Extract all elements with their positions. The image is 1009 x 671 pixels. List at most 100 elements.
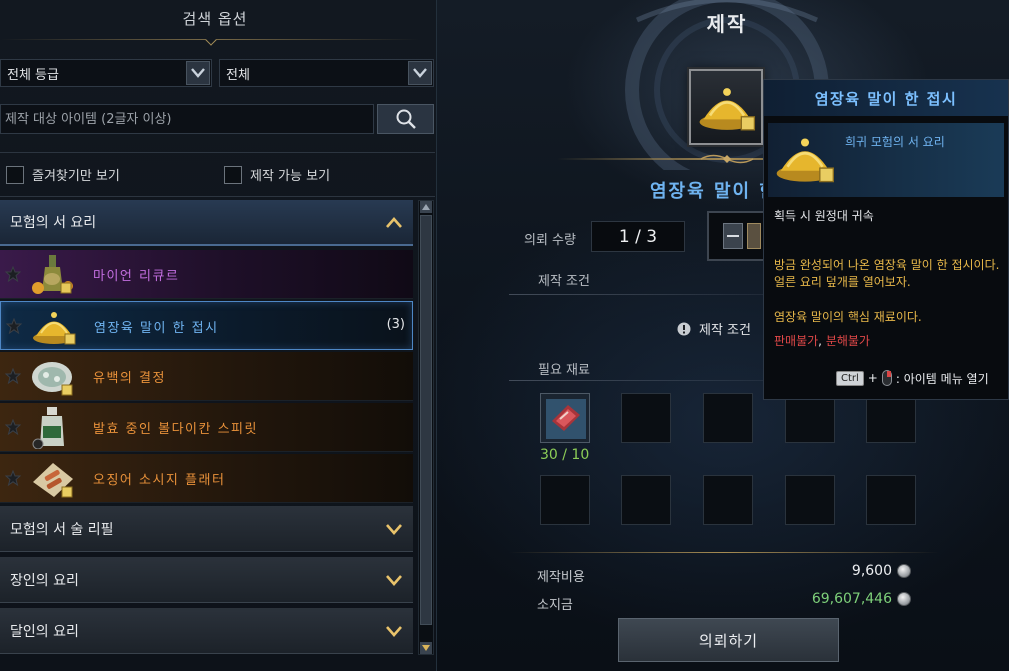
cloche-dish-icon (33, 312, 76, 345)
material-slot[interactable] (540, 393, 590, 443)
recipe-row-squid-sausage-platter[interactable]: 오징어 소시지 플래터 (0, 454, 413, 503)
material-count: 30 / 10 (540, 447, 590, 463)
triangle-up-icon (422, 204, 430, 210)
request-qty-input[interactable]: 1 / 3 (591, 221, 685, 252)
recipe-name: 오징어 소시지 플래터 (93, 473, 226, 488)
scroll-up-button[interactable] (420, 201, 432, 213)
material-slot[interactable] (866, 475, 916, 525)
result-item-slot[interactable] (689, 69, 763, 145)
category-dropdown[interactable]: 전체 (219, 59, 434, 87)
material-slot[interactable] (703, 475, 753, 525)
grade-dropdown[interactable]: 전체 등급 (0, 59, 212, 87)
material-slot[interactable] (621, 475, 671, 525)
chevron-up-icon (386, 217, 402, 228)
recipe-row-salted-meat-roll[interactable]: 염장육 말이 한 접시 (3) (0, 301, 413, 350)
checkbox-box[interactable] (224, 165, 242, 184)
salted-meat-icon (546, 399, 586, 439)
recipe-row-fermenting-spirit[interactable]: 발효 중인 볼다이칸 스피릿 (0, 403, 413, 452)
divider (0, 196, 435, 197)
craft-title: 제작 (706, 12, 748, 36)
favorites-only-checkbox[interactable]: 즐겨찾기만 보기 (6, 165, 120, 184)
recipe-row-milky-crystal[interactable]: 유백의 결정 (0, 352, 413, 401)
divider (509, 380, 769, 381)
item-tooltip: 염장육 말이 한 접시 희귀 모험의 서 요리 획득 시 원정대 귀속 방금 완… (763, 79, 1009, 400)
cloche-dish-icon (699, 88, 756, 131)
category-header-master-cooking[interactable]: 달인의 요리 (0, 608, 413, 654)
materials-label: 필요 재료 (538, 363, 590, 378)
silver-coin-icon (897, 564, 911, 578)
tooltip-title: 염장육 말이 한 접시 (764, 80, 1008, 116)
material-slot[interactable] (785, 475, 835, 525)
conditions-notice: 제작 조건 (677, 319, 751, 338)
ornament-flourish (700, 154, 754, 164)
silver-coin-icon (897, 592, 911, 606)
search-options-title: 검색 옵션 (182, 10, 248, 28)
grade-dropdown-value: 전체 등급 (7, 67, 59, 83)
divider (509, 294, 769, 295)
tooltip-key-hint: Ctrl + : 아이템 메뉴 열기 (836, 367, 1008, 389)
material-slot[interactable] (621, 393, 671, 443)
recipe-list-scrollbar[interactable] (418, 200, 434, 655)
material-slot[interactable] (540, 475, 590, 525)
search-options-panel: 검색 옵션 전체 등급 전체 즐겨찾기만 보기 제작 가능 보기 모험의 서 요… (0, 0, 437, 671)
tooltip-description-2: 얼른 요리 덮개를 열어보자. (774, 275, 911, 289)
category-dropdown-value: 전체 (226, 67, 250, 83)
category-label: 장인의 요리 (10, 572, 79, 589)
chevron-down-icon[interactable] (186, 61, 210, 85)
favorite-star-icon[interactable] (5, 419, 21, 435)
crystal-plate-icon (32, 362, 73, 396)
category-header-adventure-drink-refill[interactable]: 모험의 서 술 리필 (0, 506, 413, 552)
category-header-artisan-cooking[interactable]: 장인의 요리 (0, 557, 413, 603)
info-icon (677, 322, 691, 335)
favorite-star-icon[interactable] (5, 368, 21, 384)
divider (0, 152, 435, 153)
spirit-bottle-icon (32, 407, 64, 449)
key-hint-text: : 아이템 메뉴 열기 (895, 371, 989, 386)
scroll-down-button[interactable] (420, 642, 432, 654)
category-label: 모험의 서 요리 (10, 215, 97, 231)
craft-conditions-label: 제작 조건 (538, 274, 590, 289)
tooltip-item-box: 희귀 모험의 서 요리 (768, 123, 1004, 197)
favorite-star-icon[interactable] (5, 266, 21, 282)
favorites-only-label: 즐겨찾기만 보기 (32, 169, 120, 184)
material-slot[interactable] (866, 393, 916, 443)
recipe-name: 발효 중인 볼다이칸 스피릿 (93, 422, 258, 437)
decrease-button[interactable] (723, 223, 743, 249)
search-input[interactable] (0, 104, 374, 134)
search-icon (396, 109, 416, 129)
separator: , (818, 334, 826, 348)
tooltip-restrictions: 판매불가, 분해불가 (774, 333, 870, 350)
chevron-down-icon (386, 524, 402, 535)
liqueur-bottle-icon (32, 255, 73, 294)
craftable-only-checkbox[interactable]: 제작 가능 보기 (224, 165, 330, 184)
craftable-only-label: 제작 가능 보기 (250, 169, 331, 184)
cloche-dish-icon (776, 138, 834, 183)
plus-sign: + (867, 371, 878, 385)
request-qty-label: 의뢰 수량 (524, 233, 576, 248)
no-sell-label: 판매불가 (774, 334, 819, 348)
favorite-star-icon[interactable] (6, 318, 22, 334)
tooltip-grade: 희귀 모험의 서 요리 (845, 135, 945, 149)
material-slot[interactable] (703, 393, 753, 443)
tooltip-bind-info: 획득 시 원정대 귀속 (774, 209, 874, 223)
request-craft-button[interactable]: 의뢰하기 (618, 618, 839, 662)
category-label: 모험의 서 술 리필 (10, 521, 114, 538)
sausage-platter-icon (33, 463, 73, 498)
increase-button[interactable] (747, 223, 761, 249)
triangle-down-icon (422, 645, 430, 651)
craft-cost-value: 9,600 (851, 563, 892, 579)
scroll-thumb[interactable] (420, 215, 432, 625)
search-button[interactable] (377, 104, 434, 134)
checkbox-box[interactable] (6, 165, 24, 184)
craft-cost-label: 제작비용 (537, 570, 585, 585)
chevron-down-icon (386, 626, 402, 637)
recipe-row-myan-liqueur[interactable]: 마이언 리큐르 (0, 250, 413, 299)
no-disassemble-label: 분해불가 (825, 334, 870, 348)
minus-icon (727, 235, 739, 237)
favorite-star-icon[interactable] (5, 470, 21, 486)
category-header-adventure-cooking[interactable]: 모험의 서 요리 (0, 200, 413, 246)
ctrl-key-icon: Ctrl (836, 370, 864, 386)
material-slot[interactable] (785, 393, 835, 443)
chevron-down-icon[interactable] (408, 61, 432, 85)
owned-money-value: 69,607,446 (811, 591, 892, 607)
